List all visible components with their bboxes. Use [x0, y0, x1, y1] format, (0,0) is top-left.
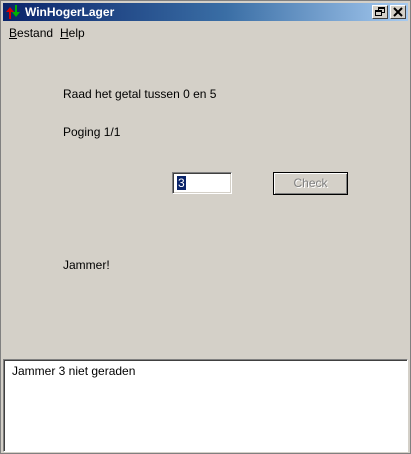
attempt-counter: Poging 1/1	[63, 125, 121, 139]
menu-help[interactable]: Help	[60, 26, 85, 40]
prompt-label: Raad het getal tussen 0 en 5	[63, 87, 217, 101]
guess-value: 3	[177, 176, 186, 190]
close-icon	[393, 7, 403, 17]
app-window: WinHogerLager Bestand Help Raad het geta…	[0, 0, 411, 454]
restore-button[interactable]	[372, 5, 388, 19]
title-bar[interactable]: WinHogerLager	[3, 3, 408, 21]
menu-bestand[interactable]: Bestand	[9, 26, 53, 40]
window-title: WinHogerLager	[25, 5, 115, 19]
close-button[interactable]	[390, 5, 406, 19]
guess-input[interactable]: 3	[172, 172, 232, 194]
restore-icon	[375, 7, 385, 16]
up-down-arrows-icon[interactable]	[5, 4, 21, 20]
result-message: Jammer!	[63, 258, 110, 272]
log-line: Jammer 3 niet geraden	[12, 364, 136, 378]
log-textbox[interactable]: Jammer 3 niet geraden	[3, 359, 408, 452]
menu-bar: Bestand Help	[3, 23, 408, 42]
check-button[interactable]: Check	[273, 172, 348, 195]
